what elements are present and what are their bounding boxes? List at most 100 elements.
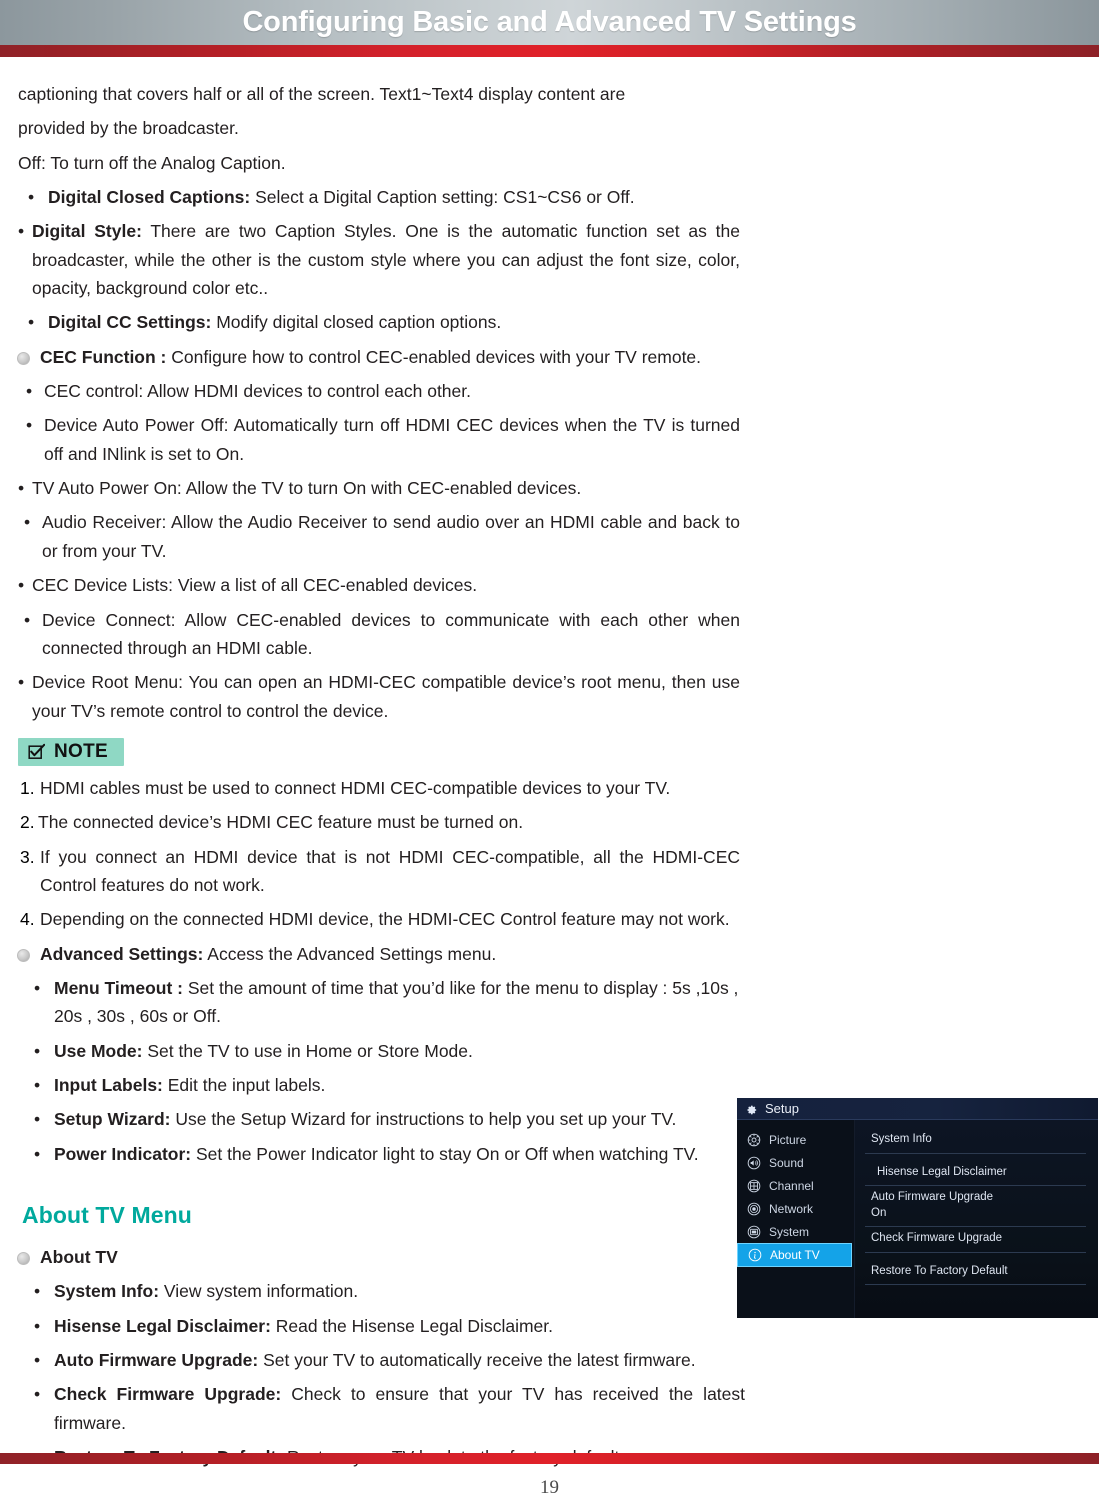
osd-sidebar: Picture Sound Channel Network System Abo…	[737, 1120, 855, 1318]
list-item-text: Audio Receiver: Allow the Audio Receiver…	[42, 512, 740, 561]
note-item: 4. Depending on the connected HDMI devic…	[18, 905, 740, 933]
term-label: Power Indicator:	[54, 1143, 192, 1164]
term-label: Auto Firmware Upgrade:	[54, 1350, 259, 1371]
note-text: Depending on the connected HDMI device, …	[40, 909, 730, 930]
osd-option-check-firmware-upgrade[interactable]: Check Firmware Upgrade	[865, 1227, 1086, 1253]
bullet-marker: •	[26, 415, 33, 436]
list-item: • Device Auto Power Off: Automatically t…	[18, 411, 740, 468]
section-title: CEC Function :	[40, 346, 167, 367]
list-item-check-firmware-upgrade: • Check Firmware Upgrade: Check to ensur…	[18, 1380, 745, 1437]
section-cec-function: CEC Function : Configure how to control …	[17, 343, 740, 371]
osd-sidebar-item-network[interactable]: Network	[737, 1197, 854, 1220]
bullet-marker: •	[18, 672, 25, 693]
network-icon	[747, 1202, 761, 1216]
bullet-marker: •	[18, 221, 25, 242]
bullet-marker: •	[18, 478, 25, 499]
osd-option-label: Check Firmware Upgrade	[871, 1232, 1003, 1245]
osd-sidebar-item-about-tv[interactable]: About TV	[737, 1243, 852, 1267]
bullet-marker: •	[34, 1143, 41, 1164]
list-item: • TV Auto Power On: Allow the TV to turn…	[18, 474, 740, 502]
note-number: 1.	[20, 777, 35, 798]
term-label: Digital Style:	[32, 221, 142, 242]
osd-option-label: System Info	[871, 1133, 932, 1145]
osd-sidebar-item-system[interactable]: System	[737, 1220, 854, 1243]
list-item-text: Device Connect: Allow CEC-enabled device…	[42, 609, 740, 658]
note-number: 4.	[20, 909, 35, 930]
bullet-marker: •	[34, 977, 41, 998]
section-bullet-icon	[17, 1252, 30, 1265]
list-item-digital-closed-captions: • Digital Closed Captions: Select a Digi…	[18, 183, 740, 211]
section-bullet-icon	[17, 351, 30, 365]
bullet-marker: •	[28, 187, 35, 208]
note-text: If you connect an HDMI device that is no…	[40, 846, 740, 895]
term-label: Check Firmware Upgrade:	[54, 1384, 282, 1405]
term-desc: Read the Hisense Legal Disclaimer.	[270, 1315, 553, 1336]
section-advanced-settings: Advanced Settings: Access the Advanced S…	[17, 940, 740, 968]
section-title: About TV	[40, 1247, 118, 1267]
section-title: Advanced Settings:	[40, 943, 204, 964]
term-label: Hisense Legal Disclaimer:	[54, 1315, 271, 1336]
term-label: Setup Wizard:	[54, 1109, 171, 1130]
term-desc: Modify digital closed caption options.	[211, 312, 502, 333]
note-item: 1. HDMI cables must be used to connect H…	[18, 774, 740, 802]
term-label: Digital Closed Captions:	[48, 187, 251, 208]
osd-sidebar-label: Network	[769, 1201, 814, 1216]
list-item-power-indicator: • Power Indicator: Set the Power Indicat…	[18, 1140, 740, 1168]
note-text: HDMI cables must be used to connect HDMI…	[40, 777, 671, 798]
osd-sidebar-item-channel[interactable]: Channel	[737, 1174, 854, 1197]
list-item-text: TV Auto Power On: Allow the TV to turn O…	[32, 478, 582, 499]
bullet-marker: •	[18, 575, 25, 596]
term-desc: Select a Digital Caption setting: CS1~CS…	[250, 187, 635, 208]
bullet-marker: •	[34, 1315, 41, 1336]
bullet-marker: •	[26, 381, 33, 402]
section-desc: Configure how to control CEC-enabled dev…	[166, 346, 702, 367]
intro-line-3: Off: To turn off the Analog Caption.	[18, 152, 286, 173]
term-desc: Edit the input labels.	[162, 1074, 326, 1095]
osd-sidebar-label: System	[769, 1224, 810, 1239]
list-item: • CEC control: Allow HDMI devices to con…	[18, 377, 740, 405]
osd-sidebar-item-picture[interactable]: Picture	[737, 1128, 854, 1151]
note-item: 2. The connected device’s HDMI CEC featu…	[18, 808, 740, 836]
info-icon	[748, 1248, 762, 1262]
term-label: Menu Timeout :	[54, 977, 183, 998]
term-desc: Use the Setup Wizard for instructions to…	[170, 1109, 677, 1130]
osd-body: Picture Sound Channel Network System Abo…	[737, 1120, 1098, 1318]
osd-title: Setup	[765, 1101, 799, 1116]
manual-page: Configuring Basic and Advanced TV Settin…	[0, 0, 1099, 1509]
list-item-text: Device Root Menu: You can open an HDMI-C…	[32, 672, 740, 721]
note-label: NOTE	[54, 740, 108, 762]
bullet-marker: •	[24, 609, 31, 630]
sound-icon	[747, 1156, 761, 1170]
note-number: 3.	[20, 846, 35, 867]
section-desc: Access the Advanced Settings menu.	[203, 943, 497, 964]
list-item-text: CEC Device Lists: View a list of all CEC…	[32, 575, 478, 596]
intro-line-2: provided by the broadcaster.	[18, 118, 239, 139]
term-label: Digital CC Settings:	[48, 312, 212, 333]
term-label: Input Labels:	[54, 1074, 163, 1095]
list-item-digital-cc-settings: • Digital CC Settings: Modify digital cl…	[18, 308, 740, 336]
osd-option-hisense-legal-disclaimer[interactable]: Hisense Legal Disclaimer	[865, 1161, 1086, 1187]
osd-option-system-info[interactable]: System Info	[865, 1128, 1086, 1154]
osd-option-restore-to-factory-default[interactable]: Restore To Factory Default	[865, 1260, 1086, 1286]
bullet-marker: •	[34, 1074, 41, 1095]
osd-option-label: Hisense Legal Disclaimer	[877, 1165, 1007, 1178]
list-item: • Device Root Menu: You can open an HDMI…	[18, 668, 740, 725]
checkmark-box-icon	[28, 743, 46, 760]
osd-option-label: Restore To Factory Default	[871, 1264, 1008, 1277]
picture-icon	[747, 1133, 761, 1147]
term-label: System Info:	[54, 1281, 160, 1302]
osd-option-value: On	[871, 1206, 887, 1219]
bullet-marker: •	[34, 1109, 41, 1130]
osd-sidebar-label: Sound	[769, 1155, 804, 1170]
term-desc: Set the TV to use in Home or Store Mode.	[142, 1040, 473, 1061]
list-item-system-info: • System Info: View system information.	[18, 1277, 745, 1305]
osd-option-label: Auto Firmware Upgrade	[871, 1191, 994, 1204]
bullet-marker: •	[24, 512, 31, 533]
osd-option-auto-firmware-upgrade[interactable]: Auto Firmware Upgrade On	[865, 1186, 1086, 1228]
page-header: Configuring Basic and Advanced TV Settin…	[0, 0, 1099, 45]
note-text: The connected device’s HDMI CEC feature …	[38, 812, 524, 833]
bullet-marker: •	[34, 1281, 41, 1302]
osd-sidebar-item-sound[interactable]: Sound	[737, 1151, 854, 1174]
list-item: • CEC Device Lists: View a list of all C…	[18, 571, 740, 599]
list-item-input-labels: • Input Labels: Edit the input labels.	[18, 1071, 740, 1099]
